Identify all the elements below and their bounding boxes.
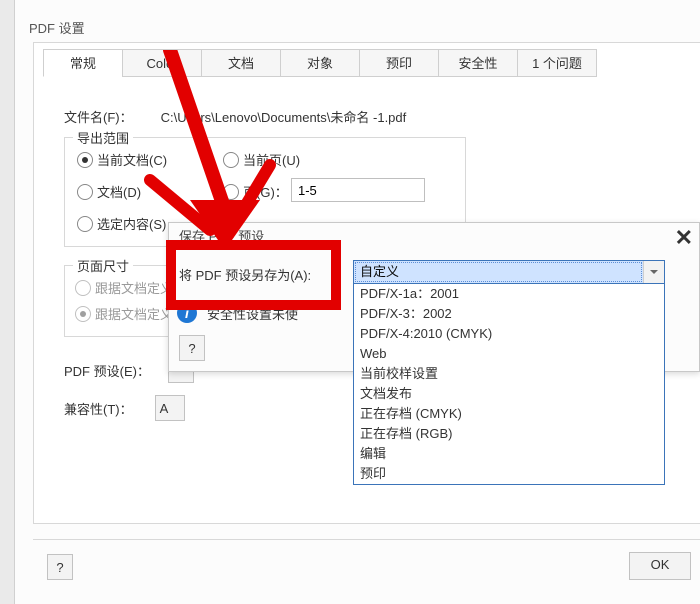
radio-current-page-label: 当前页(U) [243, 150, 300, 169]
preset-option[interactable]: 编辑 [354, 444, 664, 464]
popup-title: 保存 PDF 预设 [169, 223, 699, 251]
help-button[interactable]: ? [47, 554, 73, 580]
dialog-title: PDF 设置 [29, 18, 85, 37]
radio-documents-label: 文档(D) [97, 182, 141, 201]
tab-document[interactable]: 文档 [201, 49, 281, 77]
filename-value: C:\Users\Lenovo\Documents\未命名 -1.pdf [161, 107, 407, 126]
preset-option[interactable]: PDF/X-3：2002 [354, 304, 664, 324]
radio-pages[interactable]: 页(G)： [223, 182, 288, 201]
radio-dot-icon [77, 152, 93, 168]
preset-option[interactable]: 正在存档 (RGB) [354, 424, 664, 444]
radio-dot-icon [75, 280, 91, 296]
preset-option[interactable]: PDF/X-1a：2001 [354, 284, 664, 304]
radio-dot-icon [223, 152, 239, 168]
tab-color[interactable]: Color [122, 49, 202, 77]
preset-name-combo[interactable]: 自定义 [353, 260, 665, 284]
preset-option[interactable]: 文档发布 [354, 384, 664, 404]
radio-current-document-label: 当前文档(C) [97, 150, 167, 169]
preset-name-selected: 自定义 [354, 261, 643, 283]
radio-dot-icon [77, 184, 93, 200]
tab-general[interactable]: 常规 [43, 49, 123, 77]
chevron-down-icon[interactable] [643, 261, 664, 283]
radio-selection-label: 选定内容(S) [97, 214, 166, 233]
radio-current-document[interactable]: 当前文档(C) [77, 150, 167, 169]
preset-option[interactable]: Web [354, 344, 664, 364]
radio-current-page[interactable]: 当前页(U) [223, 150, 300, 169]
popup-info-row: i 安全性设置未使 [177, 303, 298, 323]
radio-pagesize-doc2: 跟据文档定义 [75, 304, 173, 323]
save-as-label: 将 PDF 预设另存为(A): [179, 265, 311, 284]
radio-dot-icon [75, 306, 91, 322]
tab-prepress[interactable]: 预印 [359, 49, 439, 77]
radio-selection[interactable]: 选定内容(S) [77, 214, 166, 233]
preset-option[interactable]: 正在存档 (CMYK) [354, 404, 664, 424]
pdf-preset-label: PDF 预设(E)： [64, 361, 150, 380]
radio-dot-icon [77, 216, 93, 232]
popup-help-button[interactable]: ? [179, 335, 205, 361]
compatibility-label: 兼容性(T)： [64, 399, 133, 418]
tab-objects[interactable]: 对象 [280, 49, 360, 77]
radio-pagesize-doc1-label: 跟据文档定义 [95, 278, 173, 297]
tab-security[interactable]: 安全性 [438, 49, 518, 77]
radio-pagesize-doc1: 跟据文档定义 [75, 278, 173, 297]
export-range-legend: 导出范围 [73, 128, 133, 147]
tab-strip: 常规 Color 文档 对象 预印 安全性 1 个问题 [44, 49, 597, 77]
compat-peek[interactable]: A [155, 395, 185, 421]
preset-name-dropdown[interactable]: PDF/X-1a：2001 PDF/X-3：2002 PDF/X-4:2010 … [353, 284, 665, 485]
ok-button[interactable]: OK [629, 552, 691, 580]
page-size-legend: 页面尺寸 [73, 256, 133, 275]
preset-option[interactable]: 预印 [354, 464, 664, 484]
dialog-bottom-bar: ? OK [33, 539, 700, 594]
pages-input[interactable] [291, 178, 425, 202]
tab-issues[interactable]: 1 个问题 [517, 49, 597, 77]
preset-option[interactable]: PDF/X-4:2010 (CMYK) [354, 324, 664, 344]
popup-info-text: 安全性设置未使 [207, 304, 298, 323]
radio-pages-label: 页(G)： [243, 182, 288, 201]
filename-label: 文件名(F)： [64, 107, 133, 126]
preset-option[interactable]: 当前校样设置 [354, 364, 664, 384]
popup-close-button[interactable]: ✕ [675, 227, 693, 249]
radio-documents[interactable]: 文档(D) [77, 182, 141, 201]
radio-pagesize-doc2-label: 跟据文档定义 [95, 304, 173, 323]
radio-dot-icon [223, 184, 239, 200]
info-icon: i [177, 303, 197, 323]
